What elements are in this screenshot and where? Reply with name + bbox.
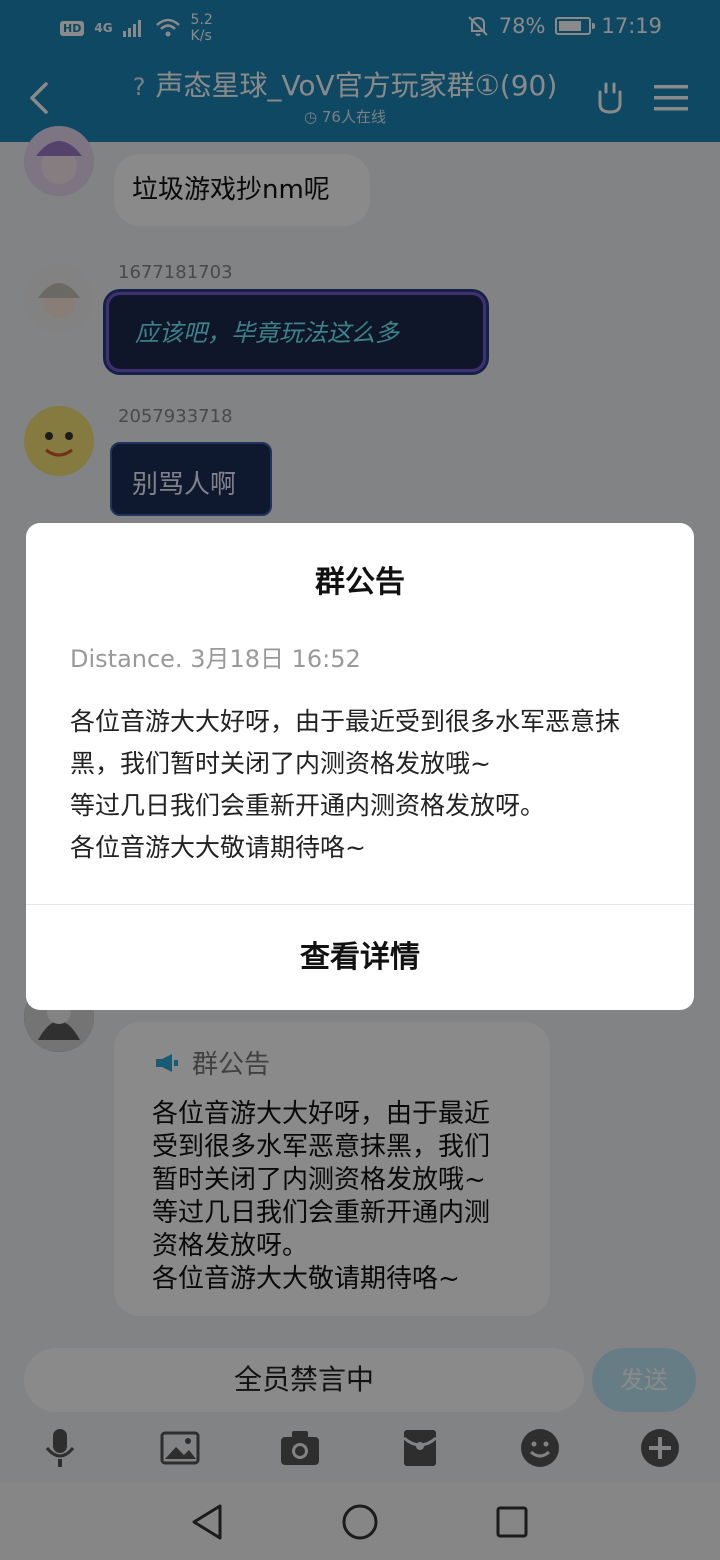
dialog-line: 各位音游大大敬请期待咯~ — [70, 833, 366, 862]
dialog-meta: Distance. 3月18日 16:52 — [70, 645, 361, 673]
app-root: HD 4G 5.2 K/s 78% 17:19 ? 声态星球_VoV官方玩家群①… — [0, 0, 720, 1560]
view-details-button[interactable]: 查看详情 — [26, 905, 694, 1010]
dialog-title: 群公告 — [315, 565, 405, 600]
dialog-body: 各位音游大大好呀，由于最近受到很多水军恶意抹 黑，我们暂时关闭了内测资格发放哦~… — [70, 701, 670, 869]
announcement-dialog: 群公告 Distance. 3月18日 16:52 各位音游大大好呀，由于最近受… — [26, 523, 694, 1010]
dialog-line: 黑，我们暂时关闭了内测资格发放哦~ — [70, 749, 491, 778]
dialog-line: 等过几日我们会重新开通内测资格发放呀。 — [70, 791, 546, 820]
dialog-line: 各位音游大大好呀，由于最近受到很多水军恶意抹 — [70, 707, 621, 736]
